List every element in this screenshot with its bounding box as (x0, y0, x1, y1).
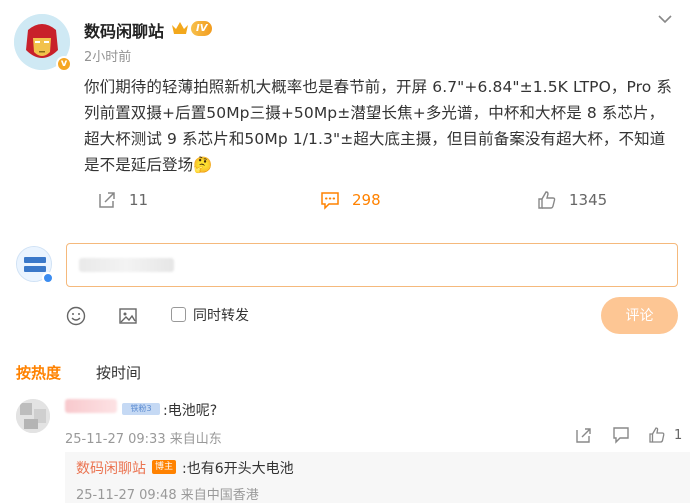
comment-like-count: 1 (674, 428, 683, 443)
comment-text: :电池呢? (163, 403, 218, 419)
fan-badge: 铁粉3 (122, 403, 160, 415)
user-verified-icon (42, 272, 54, 284)
crown-icon (172, 22, 188, 34)
reply-text: :也有6开头大电池 (182, 461, 294, 477)
repost-count: 11 (129, 191, 149, 209)
author-tag: 博主 (152, 460, 177, 474)
repost-button[interactable]: 11 (97, 186, 148, 214)
tab-sort-time[interactable]: 按时间 (96, 362, 141, 383)
like-button[interactable]: 1345 (537, 186, 607, 214)
comment-meta: 25-11-27 09:33 来自山东 (65, 432, 222, 447)
chevron-down-icon[interactable] (656, 10, 674, 28)
reply-author-name[interactable]: 数码闲聊站 (76, 458, 146, 478)
comment-icon (321, 192, 339, 210)
post-time: 2小时前 (84, 50, 132, 65)
thinking-emoji-icon: 🤔 (193, 156, 213, 174)
comment-count: 298 (352, 191, 381, 209)
tab-sort-hot[interactable]: 按热度 (16, 362, 61, 383)
post-header: v 数码闲聊站 IV 2小时前 (14, 10, 676, 72)
comment-repost-icon[interactable] (575, 426, 593, 444)
comment-button[interactable]: 298 (320, 186, 381, 214)
submit-comment-button[interactable]: 评论 (601, 297, 678, 334)
post-text: 你们期待的轻薄拍照新机大概率也是春节前，开屏 6.7"+6.84"±1.5K L… (84, 78, 672, 174)
post-action-bar: 11 298 1345 (0, 186, 690, 214)
like-count: 1345 (569, 191, 608, 209)
repost-icon (99, 192, 115, 208)
thumbs-up-icon (538, 191, 556, 209)
level-badge: IV (191, 21, 213, 36)
comment-reply-icon[interactable] (612, 426, 630, 444)
comment-input[interactable] (66, 243, 678, 287)
forward-checkbox[interactable] (171, 307, 186, 322)
reply-meta: 25-11-27 09:48 来自中国香港 (76, 488, 259, 503)
comment-composer: 同时转发 评论 (0, 240, 690, 340)
commenter-name-blurred[interactable] (65, 399, 117, 413)
post-author-name[interactable]: 数码闲聊站 (84, 18, 164, 42)
emoji-icon[interactable] (66, 306, 86, 326)
verified-badge-icon: v (56, 56, 72, 72)
blurred-placeholder (79, 258, 174, 272)
image-icon[interactable] (118, 306, 138, 326)
comment-reply: 数码闲聊站 博主 :也有6开头大电池 25-11-27 09:48 来自中国香港 (65, 452, 690, 503)
post-body: 你们期待的轻薄拍照新机大概率也是春节前，开屏 6.7"+6.84"±1.5K L… (84, 74, 674, 178)
forward-label: 同时转发 (193, 308, 249, 324)
comment-like-icon[interactable] (648, 426, 666, 444)
commenter-avatar[interactable] (16, 399, 50, 433)
